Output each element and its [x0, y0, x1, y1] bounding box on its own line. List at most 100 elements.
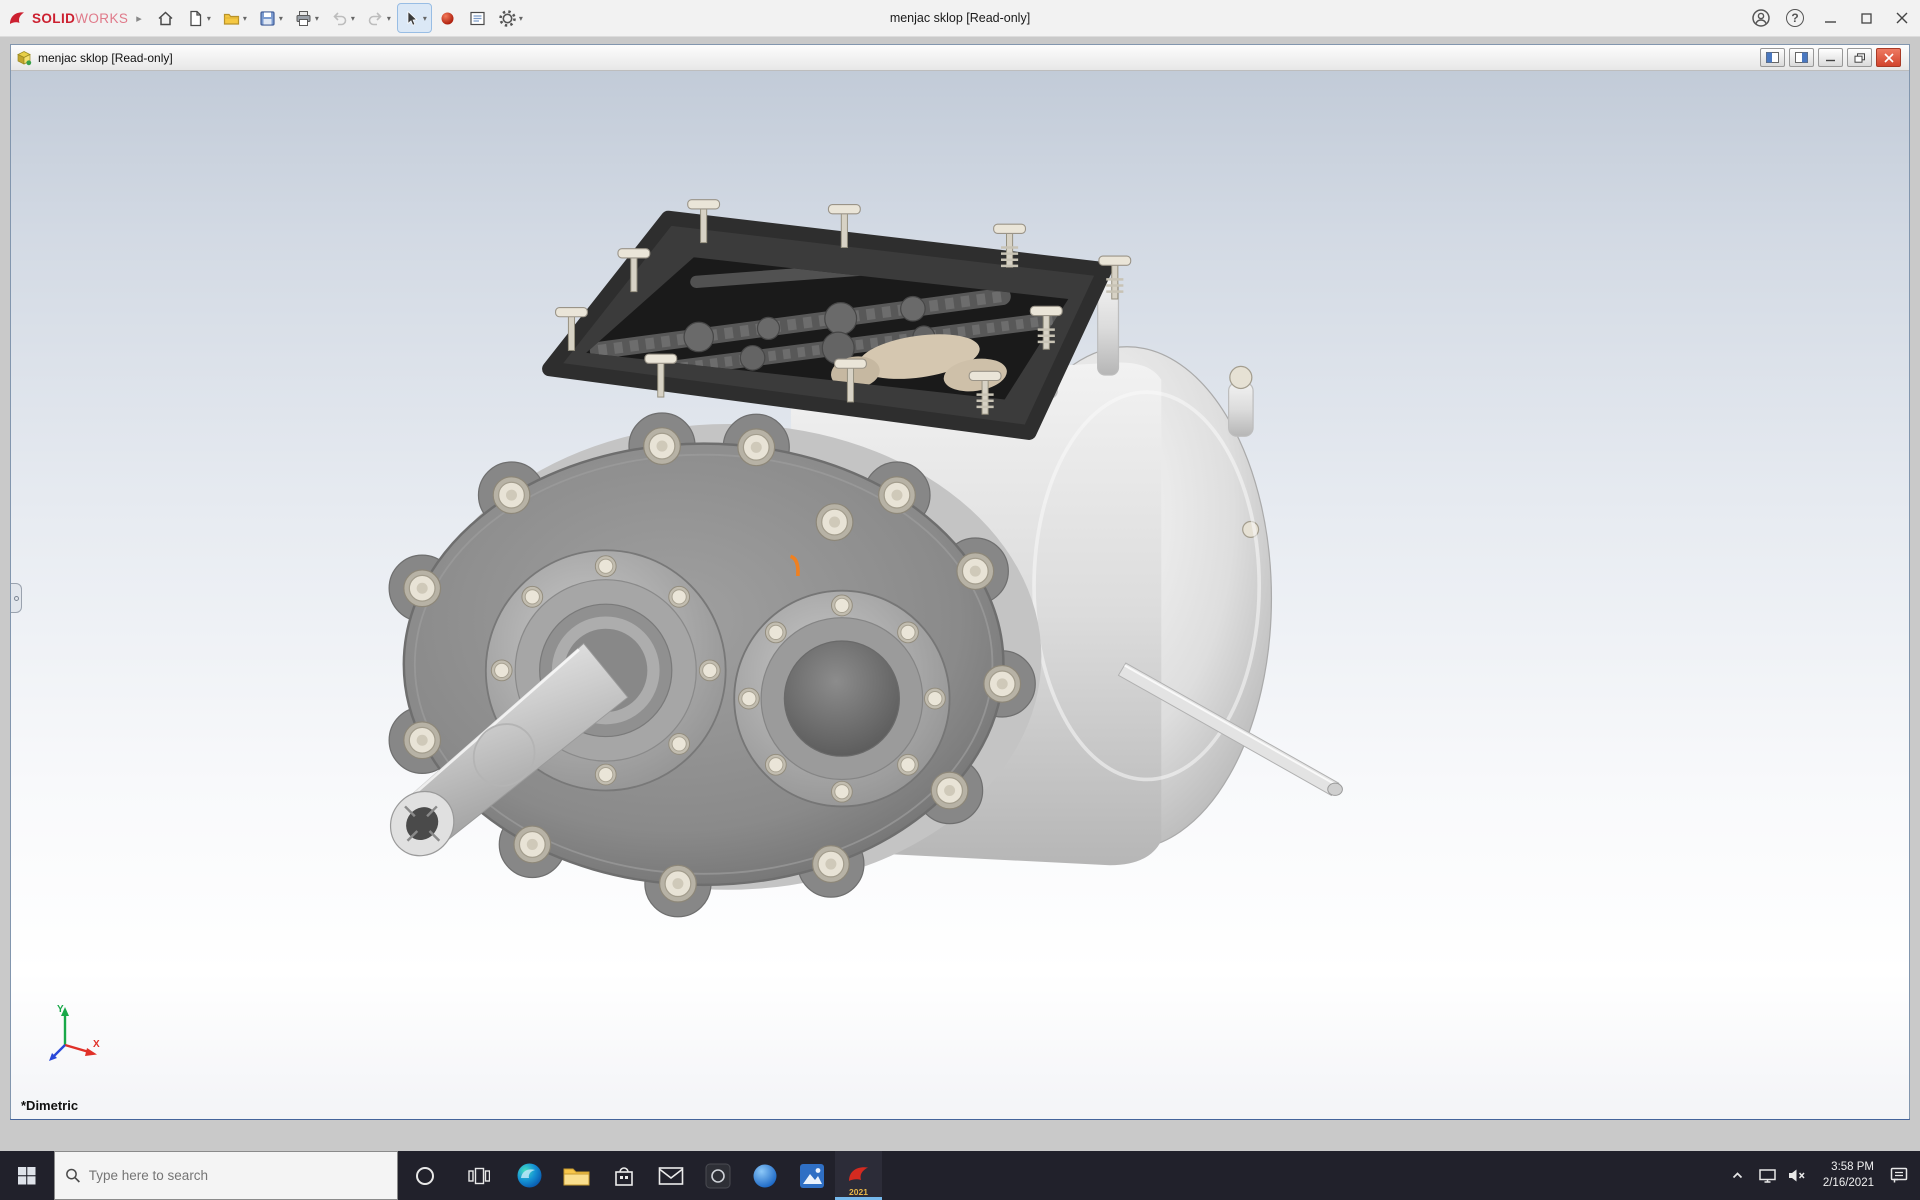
- dropdown-icon[interactable]: ▾: [243, 14, 247, 23]
- file-explorer-icon: [563, 1168, 590, 1185]
- account-icon: [1752, 9, 1770, 27]
- cortana-button[interactable]: [398, 1151, 452, 1200]
- split-window-button[interactable]: [1789, 48, 1814, 67]
- print-button[interactable]: ▾: [290, 4, 323, 32]
- document-titlebar[interactable]: menjac sklop [Read-only]: [11, 45, 1909, 71]
- photos-app-button[interactable]: [788, 1151, 835, 1200]
- side-cover-boss: [733, 589, 951, 808]
- mail-app-button[interactable]: [647, 1151, 694, 1200]
- orientation-triad[interactable]: Y X: [33, 1001, 105, 1073]
- system-tray: 3:58 PM 2/16/2021: [1723, 1151, 1920, 1200]
- redo-icon: [368, 11, 382, 25]
- action-center-icon: [1890, 1167, 1908, 1183]
- save-icon: [260, 10, 275, 26]
- doc-minimize-button[interactable]: [1818, 48, 1843, 67]
- doc-restore-icon: [1854, 52, 1865, 63]
- solidworks-app-icon: [848, 1166, 868, 1181]
- pinned-app-sphere-icon: [753, 1164, 776, 1187]
- task-pane-icon: [470, 11, 485, 25]
- gearbox-model[interactable]: [11, 71, 1909, 1119]
- document-window: menjac sklop [Read-only] Y X *Dimetric: [10, 44, 1910, 1120]
- dropdown-icon[interactable]: ▾: [423, 14, 427, 23]
- dropdown-icon[interactable]: ▾: [351, 14, 355, 23]
- edge-icon: [517, 1163, 542, 1188]
- tray-volume-button[interactable]: [1783, 1151, 1813, 1200]
- view-orientation-label: *Dimetric: [21, 1098, 79, 1113]
- minimize-icon: [1824, 20, 1836, 23]
- account-button[interactable]: [1744, 0, 1778, 37]
- open-button[interactable]: ▾: [218, 4, 251, 32]
- task-view-icon: [468, 1167, 490, 1184]
- new-document-icon: [190, 10, 201, 26]
- doc-close-icon: [1883, 52, 1894, 63]
- start-button[interactable]: [0, 1151, 54, 1200]
- redo-button[interactable]: ▾: [362, 4, 395, 32]
- select-cursor-icon: [407, 10, 418, 26]
- windows-logo-icon: [18, 1166, 36, 1184]
- doc-close-button[interactable]: [1876, 48, 1901, 67]
- panel-collapse-tab[interactable]: [11, 583, 22, 613]
- minimize-button[interactable]: [1812, 0, 1848, 37]
- task-pane-button[interactable]: [464, 4, 491, 32]
- photos-icon: [799, 1163, 824, 1188]
- chevron-up-icon: [1733, 1172, 1743, 1179]
- file-explorer-app-button[interactable]: [553, 1151, 600, 1200]
- print-icon: [296, 10, 311, 26]
- brand-text: SOLIDWORKS: [32, 11, 128, 26]
- maximize-button[interactable]: [1848, 0, 1884, 37]
- solidworks-app-button[interactable]: 2021: [835, 1151, 882, 1200]
- edge-app-button[interactable]: [506, 1151, 553, 1200]
- close-button[interactable]: [1884, 0, 1920, 37]
- solidworks-brand: SOLIDWORKS: [8, 10, 128, 27]
- options-button[interactable]: ▾: [494, 4, 527, 32]
- collapse-dot-icon: [13, 595, 19, 601]
- action-center-button[interactable]: [1884, 1151, 1914, 1200]
- store-app-button[interactable]: [600, 1151, 647, 1200]
- taskbar-clock[interactable]: 3:58 PM 2/16/2021: [1823, 1160, 1874, 1191]
- task-view-button[interactable]: [452, 1151, 506, 1200]
- dropdown-icon[interactable]: ▾: [315, 14, 319, 23]
- dropdown-icon[interactable]: ▾: [279, 14, 283, 23]
- new-document-button[interactable]: ▾: [182, 4, 215, 32]
- select-tool-button[interactable]: ▾: [396, 3, 432, 33]
- taskbar-search[interactable]: [54, 1151, 398, 1200]
- undo-icon: [333, 11, 347, 25]
- save-button[interactable]: ▾: [254, 4, 287, 32]
- undo-button[interactable]: ▾: [326, 4, 359, 32]
- quick-access-toolbar: ▾ ▾ ▾ ▾ ▾ ▾ ▾ ▾: [152, 3, 527, 33]
- close-icon: [1896, 12, 1908, 24]
- doc-minimize-icon: [1826, 59, 1835, 62]
- clock-time: 3:58 PM: [1831, 1160, 1874, 1173]
- store-icon: [614, 1166, 633, 1186]
- display-icon: [1759, 1169, 1777, 1183]
- search-input[interactable]: [88, 1168, 387, 1183]
- pinned-app-dark-button[interactable]: [694, 1151, 741, 1200]
- assembly-cube-icon: [17, 50, 32, 65]
- clock-date: 2/16/2021: [1822, 1176, 1874, 1189]
- doc-restore-button[interactable]: [1847, 48, 1872, 67]
- menu-expander-icon[interactable]: ▸: [136, 12, 142, 25]
- tray-expand-button[interactable]: [1723, 1151, 1753, 1200]
- dropdown-icon[interactable]: ▾: [519, 14, 523, 23]
- document-window-controls: [1760, 48, 1904, 67]
- windows-taskbar: 2021 3:58 PM 2/16/2021: [0, 1151, 1920, 1200]
- open-folder-icon: [223, 13, 239, 25]
- dropdown-icon[interactable]: ▾: [387, 14, 391, 23]
- volume-muted-icon: [1789, 1169, 1805, 1182]
- mail-icon: [658, 1166, 683, 1185]
- home-button[interactable]: [152, 4, 179, 32]
- red-sphere-icon: [441, 12, 454, 24]
- home-icon: [158, 10, 173, 25]
- document-title: menjac sklop [Read-only]: [38, 50, 173, 65]
- 3dexperience-button[interactable]: [434, 4, 461, 32]
- dropdown-icon[interactable]: ▾: [207, 14, 211, 23]
- pinned-app-sphere-button[interactable]: [741, 1151, 788, 1200]
- search-icon: [66, 1168, 80, 1183]
- brand-works: WORKS: [75, 10, 129, 26]
- maximize-icon: [1860, 12, 1872, 24]
- tray-display-button[interactable]: [1753, 1151, 1783, 1200]
- new-window-button[interactable]: [1760, 48, 1785, 67]
- graphics-viewport[interactable]: Y X *Dimetric: [11, 71, 1909, 1119]
- help-button[interactable]: ?: [1778, 0, 1812, 37]
- triad-x-label: X: [93, 1039, 100, 1050]
